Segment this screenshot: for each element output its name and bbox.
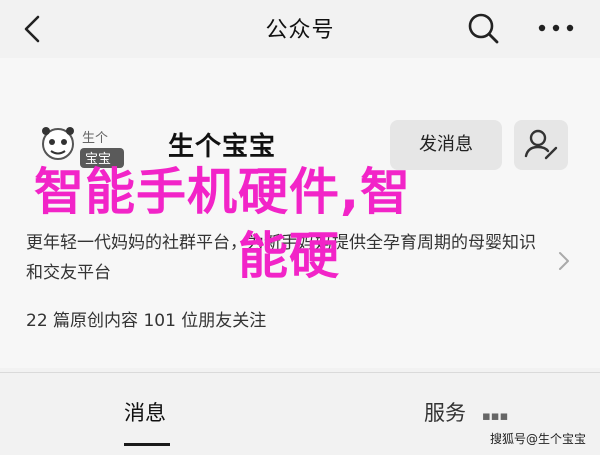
dots-icon: ▪▪▪ bbox=[482, 409, 508, 424]
watermark: 搜狐号@生个宝宝 bbox=[490, 430, 586, 447]
tab-service[interactable]: 服务 bbox=[424, 397, 466, 427]
overlay-headline: 智能手机硬件,智 能硬 bbox=[34, 160, 574, 288]
logo-text-top: 生个 bbox=[82, 131, 108, 146]
more-dots-icon[interactable] bbox=[532, 12, 580, 44]
active-tab-indicator bbox=[124, 443, 170, 446]
top-bar: 公众号 bbox=[0, 0, 600, 58]
account-name: 生个宝宝 bbox=[168, 126, 276, 163]
search-icon[interactable] bbox=[464, 10, 504, 46]
account-stats: 22 篇原创内容 101 位朋友关注 bbox=[26, 306, 266, 331]
page-title: 公众号 bbox=[0, 12, 600, 44]
overlay-headline-line2: 能硬 bbox=[34, 224, 574, 288]
tab-news[interactable]: 消息 bbox=[124, 397, 166, 427]
overlay-headline-line1: 智能手机硬件,智 bbox=[34, 163, 411, 221]
